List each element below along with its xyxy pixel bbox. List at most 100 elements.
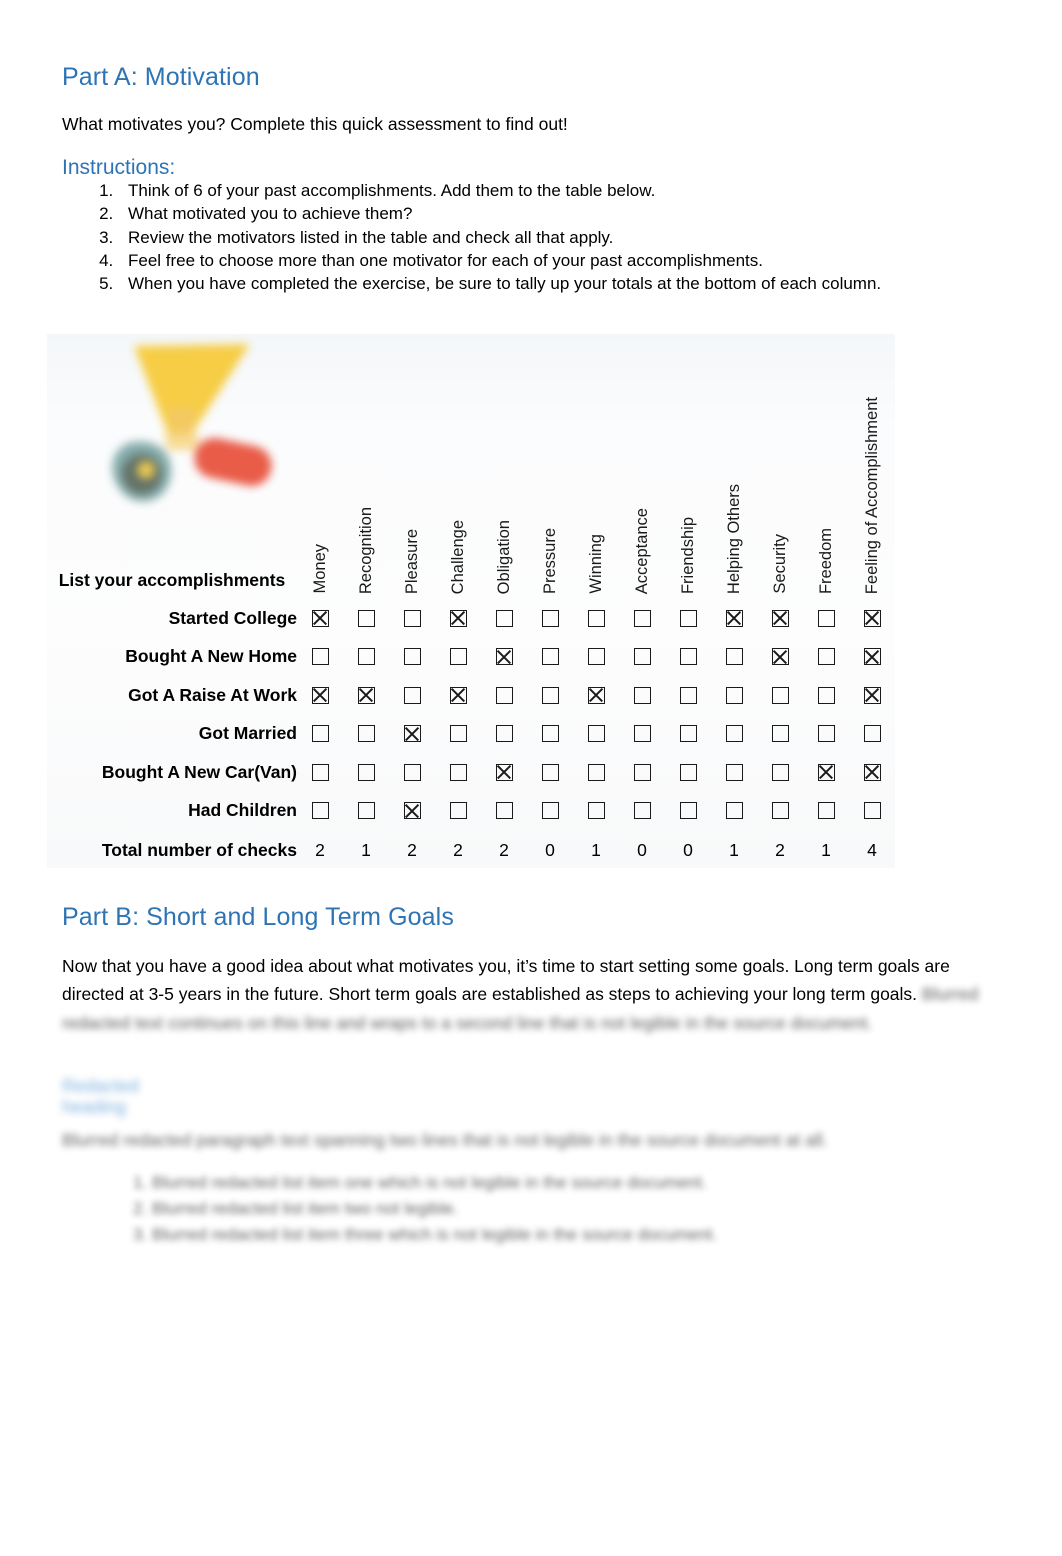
checkbox-empty[interactable] [541, 648, 559, 666]
checkbox-cell[interactable] [849, 676, 895, 715]
checkbox-cell[interactable] [527, 676, 573, 715]
checkbox-cell[interactable] [757, 638, 803, 677]
checkbox-empty[interactable] [449, 763, 467, 781]
checkbox-empty[interactable] [587, 802, 605, 820]
checkbox-cell[interactable] [481, 792, 527, 831]
checkbox-empty[interactable] [495, 609, 513, 627]
checkbox-cell[interactable] [481, 599, 527, 638]
checkbox-empty[interactable] [357, 763, 375, 781]
checkbox-empty[interactable] [495, 686, 513, 704]
checkbox-empty[interactable] [633, 763, 651, 781]
checkbox-cell[interactable] [711, 638, 757, 677]
checkbox-checked[interactable] [495, 648, 513, 666]
checkbox-checked[interactable] [771, 609, 789, 627]
checkbox-cell[interactable] [665, 715, 711, 754]
checkbox-cell[interactable] [803, 715, 849, 754]
checkbox-checked[interactable] [311, 609, 329, 627]
checkbox-cell[interactable] [665, 638, 711, 677]
checkbox-empty[interactable] [817, 648, 835, 666]
checkbox-checked[interactable] [771, 648, 789, 666]
checkbox-cell[interactable] [803, 638, 849, 677]
checkbox-empty[interactable] [587, 725, 605, 743]
checkbox-empty[interactable] [541, 686, 559, 704]
checkbox-checked[interactable] [725, 609, 743, 627]
checkbox-empty[interactable] [311, 648, 329, 666]
checkbox-cell[interactable] [435, 792, 481, 831]
checkbox-cell[interactable] [803, 753, 849, 792]
checkbox-checked[interactable] [403, 802, 421, 820]
checkbox-empty[interactable] [495, 802, 513, 820]
checkbox-cell[interactable] [619, 676, 665, 715]
checkbox-empty[interactable] [725, 763, 743, 781]
checkbox-empty[interactable] [587, 648, 605, 666]
checkbox-empty[interactable] [633, 725, 651, 743]
checkbox-empty[interactable] [403, 763, 421, 781]
checkbox-cell[interactable] [435, 753, 481, 792]
checkbox-cell[interactable] [481, 676, 527, 715]
checkbox-cell[interactable] [619, 792, 665, 831]
checkbox-cell[interactable] [389, 792, 435, 831]
checkbox-cell[interactable] [711, 753, 757, 792]
checkbox-cell[interactable] [343, 792, 389, 831]
checkbox-empty[interactable] [357, 648, 375, 666]
checkbox-empty[interactable] [679, 686, 697, 704]
checkbox-cell[interactable] [527, 753, 573, 792]
checkbox-empty[interactable] [679, 763, 697, 781]
checkbox-checked[interactable] [863, 648, 881, 666]
checkbox-empty[interactable] [403, 686, 421, 704]
checkbox-checked[interactable] [403, 725, 421, 743]
checkbox-cell[interactable] [297, 676, 343, 715]
checkbox-empty[interactable] [725, 725, 743, 743]
checkbox-cell[interactable] [527, 599, 573, 638]
checkbox-cell[interactable] [527, 638, 573, 677]
checkbox-cell[interactable] [711, 792, 757, 831]
checkbox-checked[interactable] [495, 763, 513, 781]
checkbox-cell[interactable] [711, 715, 757, 754]
checkbox-cell[interactable] [389, 715, 435, 754]
checkbox-cell[interactable] [665, 753, 711, 792]
checkbox-empty[interactable] [817, 802, 835, 820]
checkbox-cell[interactable] [619, 599, 665, 638]
checkbox-checked[interactable] [863, 609, 881, 627]
checkbox-empty[interactable] [587, 609, 605, 627]
checkbox-cell[interactable] [711, 676, 757, 715]
checkbox-empty[interactable] [679, 725, 697, 743]
checkbox-checked[interactable] [449, 609, 467, 627]
checkbox-cell[interactable] [757, 753, 803, 792]
checkbox-empty[interactable] [311, 725, 329, 743]
checkbox-cell[interactable] [573, 599, 619, 638]
checkbox-cell[interactable] [573, 676, 619, 715]
checkbox-cell[interactable] [435, 638, 481, 677]
checkbox-empty[interactable] [771, 686, 789, 704]
checkbox-empty[interactable] [771, 763, 789, 781]
checkbox-cell[interactable] [757, 715, 803, 754]
checkbox-cell[interactable] [297, 638, 343, 677]
checkbox-cell[interactable] [849, 753, 895, 792]
checkbox-cell[interactable] [435, 715, 481, 754]
checkbox-empty[interactable] [495, 725, 513, 743]
checkbox-empty[interactable] [679, 609, 697, 627]
checkbox-checked[interactable] [587, 686, 605, 704]
checkbox-cell[interactable] [619, 753, 665, 792]
checkbox-empty[interactable] [633, 648, 651, 666]
checkbox-empty[interactable] [633, 686, 651, 704]
checkbox-checked[interactable] [311, 686, 329, 704]
checkbox-checked[interactable] [863, 763, 881, 781]
checkbox-empty[interactable] [541, 609, 559, 627]
checkbox-cell[interactable] [297, 792, 343, 831]
checkbox-cell[interactable] [389, 676, 435, 715]
checkbox-cell[interactable] [665, 792, 711, 831]
checkbox-cell[interactable] [435, 599, 481, 638]
checkbox-cell[interactable] [481, 715, 527, 754]
checkbox-cell[interactable] [527, 792, 573, 831]
checkbox-empty[interactable] [817, 725, 835, 743]
checkbox-empty[interactable] [679, 648, 697, 666]
checkbox-cell[interactable] [849, 792, 895, 831]
checkbox-cell[interactable] [573, 638, 619, 677]
checkbox-empty[interactable] [541, 725, 559, 743]
checkbox-empty[interactable] [863, 802, 881, 820]
checkbox-cell[interactable] [803, 599, 849, 638]
checkbox-empty[interactable] [541, 763, 559, 781]
checkbox-cell[interactable] [757, 792, 803, 831]
checkbox-cell[interactable] [343, 753, 389, 792]
